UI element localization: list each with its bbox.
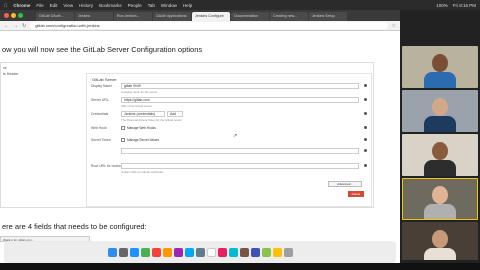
row-label: Web Hook [91,126,107,130]
gitlab-server-panel: GitLab Server Display Name gitlab 9049 A… [86,73,372,207]
menu-item-history[interactable]: History [79,3,93,8]
checkbox-label: Manage Secret Values [127,138,160,142]
notes-icon[interactable] [261,247,271,257]
maximize-window-icon[interactable] [18,13,23,18]
slack-icon[interactable] [217,247,227,257]
row-label: Server URL [91,98,109,102]
photos-icon[interactable] [162,247,172,257]
browser-tab[interactable]: OAuth Applications [153,12,191,21]
star-icon[interactable]: ☆ [392,23,396,29]
menu-item-file[interactable]: File [36,3,43,8]
browser-tab[interactable]: Documentation [231,12,269,21]
url-field[interactable]: gitlab.com/configuration-with-jenkins [30,22,388,29]
help-text: Jenkins URL for GitLab webhooks [121,170,164,174]
article-heading: ow you will now see the GitLab Server Co… [2,45,203,54]
help-text: URL of the GitLab server [121,104,152,108]
menu-app-name[interactable]: Chrome [13,3,30,8]
browser-tab[interactable]: Jenkins [75,12,113,21]
participant-tile[interactable] [402,90,478,132]
row-label: Display Name [91,84,113,88]
minimize-window-icon[interactable] [11,13,16,18]
help-icon[interactable] [364,84,367,87]
mail-icon[interactable] [151,247,161,257]
menu-item-help[interactable]: Help [183,3,192,8]
mouse-cursor-icon: ↗ [233,133,238,139]
credentials-select[interactable]: Jenkins (credentials) [121,111,165,117]
participant-tile[interactable] [402,222,478,260]
article-subheading: ere are 4 fields that needs to be config… [2,222,147,231]
app-store-icon[interactable] [184,247,194,257]
root-url-field[interactable] [121,163,359,169]
delete-button[interactable]: Delete [348,191,364,197]
left-nav: ve ts Header [1,63,81,207]
browser-tab[interactable]: Creating new... [270,12,308,21]
help-text: A display name for the server [121,90,158,94]
active-speaker-highlight [402,178,478,220]
menu-item-tab[interactable]: Tab [148,3,155,8]
menu-item-edit[interactable]: Edit [50,3,58,8]
participant-tile[interactable] [402,46,478,88]
reload-icon[interactable]: ↻ [22,23,26,29]
browser-tab-active[interactable]: Jenkins Configure [192,12,230,21]
menu-item-bookmarks[interactable]: Bookmarks [99,3,122,8]
messages-icon[interactable] [140,247,150,257]
help-icon[interactable] [364,138,367,141]
secret-token-field[interactable] [121,148,359,154]
address-bar: ← → ↻ gitlab.com/configuration-with-jenk… [0,21,400,31]
row-label: Secret Token [91,138,111,142]
dock [4,241,396,263]
server-url-field[interactable]: https://gitlab.com [121,97,359,103]
apple-icon[interactable]:  [4,3,7,8]
manage-web-hooks-checkbox[interactable] [121,126,125,130]
advanced-button[interactable]: Advanced... [328,181,362,187]
menubar-status: 100% Fri 8:15 PM [436,3,476,8]
launchpad-icon[interactable] [118,247,128,257]
help-icon[interactable] [364,126,367,129]
back-icon[interactable]: ← [4,23,9,29]
row-label: Credentials [91,112,109,116]
calendar-icon[interactable] [272,247,282,257]
help-icon[interactable] [364,164,367,167]
video-gallery [400,10,480,263]
finder-icon[interactable] [107,247,117,257]
menu-bar:  Chrome File Edit View History Bookmark… [0,0,480,10]
row-label: Root URL for hooks [91,164,121,168]
manage-secret-checkbox[interactable] [121,138,125,142]
embedded-screenshot: ve ts Header GitLab Server Display Name … [0,62,374,208]
close-window-icon[interactable] [4,13,9,18]
checkbox-label: Manage Web Hooks [127,126,156,130]
participant-tile[interactable] [402,134,478,176]
panel-title: GitLab Server [92,77,117,82]
music-icon[interactable] [173,247,183,257]
add-credentials-button[interactable]: Add [167,111,183,117]
help-icon[interactable] [364,149,367,152]
tab-strip: GitLab OAuth... Jenkins Run Jenkins... O… [0,10,400,21]
nav-item: ts Header [3,72,19,76]
terminal-icon[interactable] [239,247,249,257]
menu-item-people[interactable]: People [128,3,142,8]
chrome-icon[interactable] [206,247,216,257]
menu-item-view[interactable]: View [63,3,73,8]
forward-icon[interactable]: → [13,23,18,29]
clock-label: Fri 8:15 PM [452,2,476,8]
help-icon[interactable] [364,98,367,101]
vscode-icon[interactable] [250,247,260,257]
settings-icon[interactable] [195,247,205,257]
battery-label: 100% [436,2,448,8]
browser-tab[interactable]: Jenkins Setup [309,12,347,21]
menu-item-window[interactable]: Window [161,3,177,8]
browser-tab[interactable]: Run Jenkins... [114,12,152,21]
trash-icon[interactable] [283,247,293,257]
safari-icon[interactable] [129,247,139,257]
participant-tile-active[interactable] [402,178,478,220]
help-text: The Personal Access Token for the GitLab… [121,118,182,122]
help-icon[interactable] [364,112,367,115]
display-name-field[interactable]: gitlab 9049 [121,83,359,89]
page-content: ow you will now see the GitLab Server Co… [0,31,400,263]
browser-tab[interactable]: GitLab OAuth... [36,12,74,21]
zoom-icon[interactable] [228,247,238,257]
meeting-controls-bar [0,263,480,270]
